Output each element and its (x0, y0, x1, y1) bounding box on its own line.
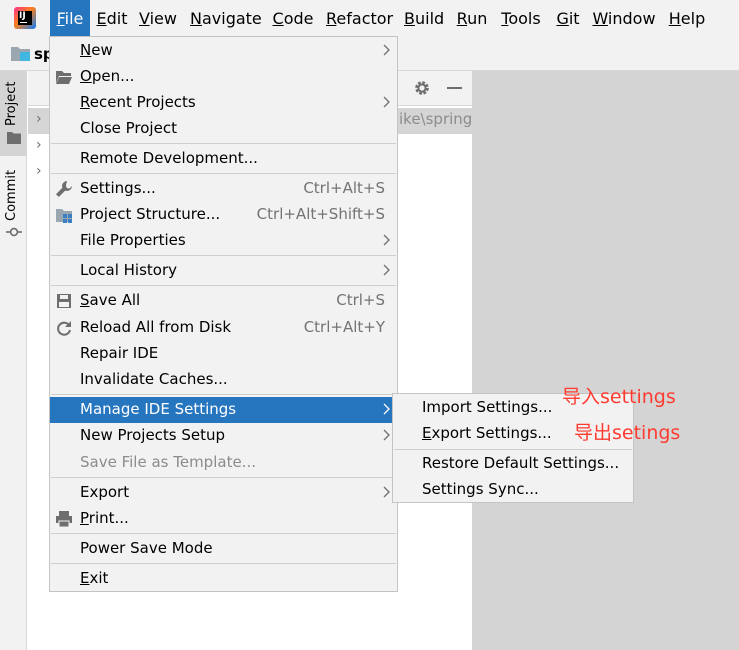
menu-item-open[interactable]: Open... (50, 64, 397, 90)
menu-file[interactable]: File (50, 0, 90, 37)
expand-arrow-icon[interactable]: › (36, 163, 46, 179)
menu-item-project-structure[interactable]: Project Structure... Ctrl+Alt+Shift+S (50, 202, 397, 228)
project-path-text: ike\spring (399, 110, 473, 128)
menu-separator (51, 173, 396, 174)
menu-separator (51, 563, 396, 564)
reload-icon (57, 321, 71, 336)
menu-separator (51, 143, 396, 144)
submenu-arrow-icon (383, 44, 390, 56)
menu-item-close-project[interactable]: Close Project (50, 116, 397, 142)
menu-code[interactable]: Code (271, 0, 315, 37)
menu-item-file-properties[interactable]: File Properties (50, 228, 397, 254)
editor-area (472, 71, 739, 650)
menu-tools[interactable]: Tools (499, 0, 543, 37)
menu-separator (51, 255, 396, 256)
menu-item-new-projects-setup[interactable]: New Projects Setup (50, 423, 397, 449)
manage-ide-settings-submenu: Import Settings... Export Settings... Re… (392, 393, 634, 503)
submenu-arrow-icon (383, 486, 390, 498)
save-icon (57, 294, 71, 308)
menu-edit[interactable]: Edit (95, 0, 129, 37)
import-settings-annotation: 导入settings (562, 386, 676, 408)
menu-item-export[interactable]: Export (50, 480, 397, 506)
folder-open-icon (56, 71, 72, 84)
menu-run[interactable]: Run (456, 0, 488, 37)
menu-item-power-save-mode[interactable]: Power Save Mode (50, 536, 397, 562)
menu-navigate[interactable]: Navigate (190, 0, 262, 37)
menu-item-invalidate-caches[interactable]: Invalidate Caches... (50, 367, 397, 393)
menu-view[interactable]: View (138, 0, 178, 37)
menu-help[interactable]: Help (668, 0, 706, 37)
commit-tab-label: Commit (4, 169, 19, 221)
expand-arrow-icon[interactable]: › (36, 111, 46, 127)
menu-separator (51, 394, 396, 395)
intellij-logo-icon: IJ (14, 7, 36, 29)
menu-separator (51, 285, 396, 286)
submenu-arrow-icon (383, 96, 390, 108)
menu-item-save-file-as-template: Save File as Template... (80, 453, 256, 471)
project-structure-icon (56, 209, 72, 223)
menu-separator (51, 533, 396, 534)
menu-separator (51, 477, 396, 478)
menu-item-repair-ide[interactable]: Repair IDE (50, 341, 397, 367)
wrench-icon (56, 181, 72, 197)
menu-item-reload-all[interactable]: Reload All from Disk Ctrl+Alt+Y (50, 315, 397, 341)
menu-item-new[interactable]: New (50, 38, 397, 64)
menu-refactor[interactable]: Refactor (326, 0, 393, 37)
menu-item-exit[interactable]: Exit (50, 566, 397, 592)
expand-arrow-icon[interactable]: › (36, 137, 46, 153)
menu-item-remote-development[interactable]: Remote Development... (50, 146, 397, 172)
menu-item-local-history[interactable]: Local History (50, 258, 397, 284)
project-folder-small-icon (7, 132, 21, 144)
menu-item-restore-default-settings[interactable]: Restore Default Settings... (393, 451, 633, 477)
submenu-arrow-icon (383, 264, 390, 276)
print-icon (56, 511, 72, 528)
commit-tool-tab[interactable]: Commit (0, 166, 27, 246)
menu-window[interactable]: Window (592, 0, 656, 37)
menu-item-recent-projects[interactable]: Recent Projects (50, 90, 397, 116)
minimize-icon[interactable] (447, 87, 462, 89)
main-menu-bar: IJ File Edit View Navigate Code Refactor… (0, 0, 739, 37)
menu-item-print[interactable]: Print... (50, 506, 397, 532)
export-settings-annotation: 导出setings (574, 422, 681, 444)
gear-icon[interactable] (413, 79, 431, 97)
project-tab-label: Project (4, 81, 19, 126)
menu-item-manage-ide-settings[interactable]: Manage IDE Settings (50, 397, 397, 423)
menu-build[interactable]: Build (404, 0, 444, 37)
commit-icon (6, 227, 22, 237)
submenu-arrow-icon (383, 403, 390, 415)
menu-item-settings[interactable]: Settings... Ctrl+Alt+S (50, 176, 397, 202)
submenu-arrow-icon (383, 429, 390, 441)
left-tool-stripe: Project Commit (0, 71, 27, 650)
menu-item-save-all[interactable]: Save All Ctrl+S (50, 288, 397, 314)
project-folder-icon (11, 47, 30, 61)
menu-git[interactable]: Git (555, 0, 581, 37)
file-dropdown-menu: New Open... Recent Projects Close Projec… (49, 36, 398, 592)
project-tool-tab[interactable]: Project (0, 71, 27, 156)
menu-item-settings-sync[interactable]: Settings Sync... (393, 477, 633, 503)
menu-separator (394, 449, 632, 450)
submenu-arrow-icon (383, 234, 390, 246)
